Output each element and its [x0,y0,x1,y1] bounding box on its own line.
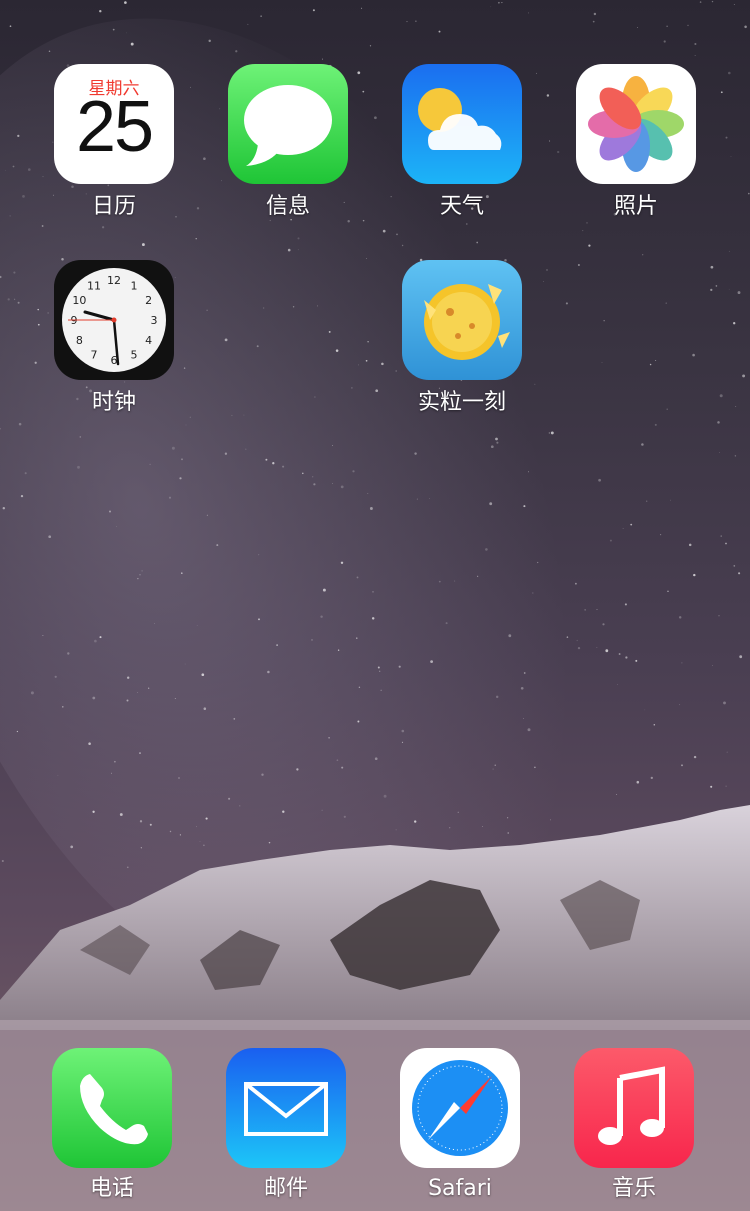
music-note-icon [574,1048,694,1168]
weather-label: 天气 [439,194,484,219]
calendar-icon: 星期六 25 [54,64,174,184]
photos-label: 照片 [613,194,658,219]
safari-app[interactable]: Safari [380,1048,540,1204]
calendar-date: 25 [75,87,154,167]
weather-app[interactable]: 天气 [382,64,542,222]
calendar-label: 日历 [91,194,136,219]
clock-numeral: 11 [87,279,101,292]
clock-numeral: 10 [72,294,86,307]
calendar-app[interactable]: 星期六 25 日历 [34,64,194,222]
clock-numeral: 5 [131,349,138,362]
mail-icon [226,1048,346,1168]
clock-numeral: 2 [145,294,152,307]
messages-app[interactable]: 信息 [208,64,368,222]
cracked-fruit-icon [402,260,522,380]
clock-numeral: 4 [145,334,152,347]
clock-numeral: 1 [131,279,138,292]
music-app[interactable]: 音乐 [554,1048,714,1204]
phone-icon [52,1048,172,1168]
clock-label: 时钟 [91,390,136,415]
shili-yike-label: 实粒一刻 [417,390,506,415]
messages-icon [228,64,348,184]
photos-app[interactable]: 照片 [556,64,716,222]
weather-icon [402,64,522,184]
compass-icon [400,1048,520,1168]
messages-label: 信息 [265,194,310,219]
clock-numeral: 12 [107,274,121,287]
safari-label: Safari [428,1176,492,1201]
shili-yike-app[interactable]: 实粒一刻 [382,260,542,418]
mail-app[interactable]: 邮件 [206,1048,366,1204]
clock-numeral: 3 [151,314,158,327]
music-label: 音乐 [611,1176,656,1201]
photos-icon [576,64,696,184]
phone-label: 电话 [89,1176,134,1201]
phone-app[interactable]: 电话 [32,1048,192,1204]
clock-numeral: 8 [76,334,83,347]
dock: 电话 邮件 Safari 音乐 [0,1020,750,1211]
clock-icon: 121234567891011 [54,260,174,380]
clock-app[interactable]: 121234567891011 时钟 [34,260,194,418]
clock-numeral: 7 [91,349,98,362]
mail-label: 邮件 [263,1176,308,1201]
